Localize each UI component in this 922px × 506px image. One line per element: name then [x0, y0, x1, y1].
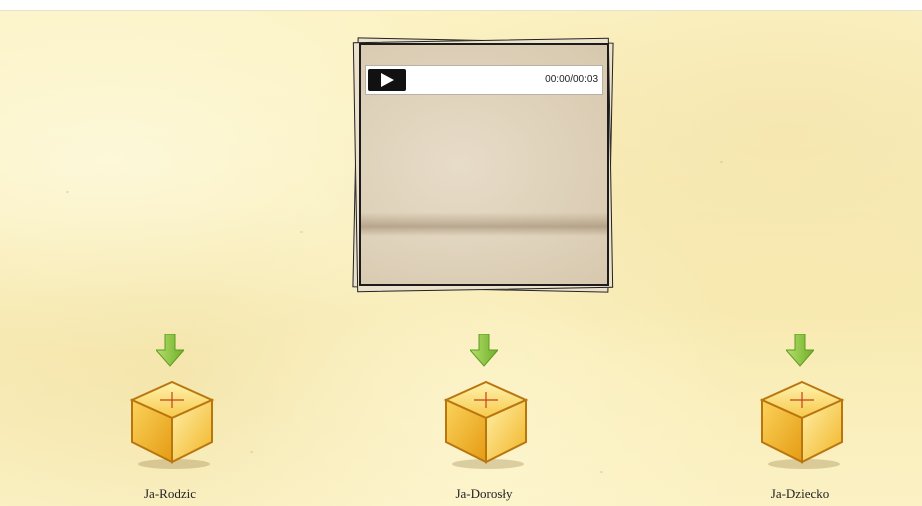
- texture-speck: [720, 161, 723, 163]
- box-icon: [129, 380, 215, 469]
- down-arrow-icon: [156, 334, 184, 367]
- item-ja-dziecko[interactable]: Ja-Dziecko: [730, 334, 870, 504]
- play-button[interactable]: [368, 69, 406, 91]
- down-arrow-icon: [786, 334, 814, 367]
- audio-player: 00:00/00:03: [365, 65, 603, 95]
- play-icon: [381, 73, 394, 87]
- down-arrow-icon: [470, 334, 498, 367]
- texture-speck: [66, 191, 69, 193]
- photo-card: 00:00/00:03: [359, 43, 609, 286]
- box-icon: [759, 380, 845, 469]
- texture-speck: [250, 451, 253, 453]
- time-display: 00:00/00:03: [545, 74, 598, 85]
- item-label[interactable]: Ja-Dorosły: [414, 486, 554, 502]
- item-label[interactable]: Ja-Dziecko: [730, 486, 870, 502]
- item-label[interactable]: Ja-Rodzic: [100, 486, 240, 502]
- item-ja-rodzic[interactable]: Ja-Rodzic: [100, 334, 240, 504]
- top-bar: [0, 0, 922, 11]
- item-ja-dorosly[interactable]: Ja-Dorosły: [414, 334, 554, 504]
- texture-speck: [600, 471, 603, 473]
- box-icon: [443, 380, 529, 469]
- texture-speck: [300, 231, 303, 233]
